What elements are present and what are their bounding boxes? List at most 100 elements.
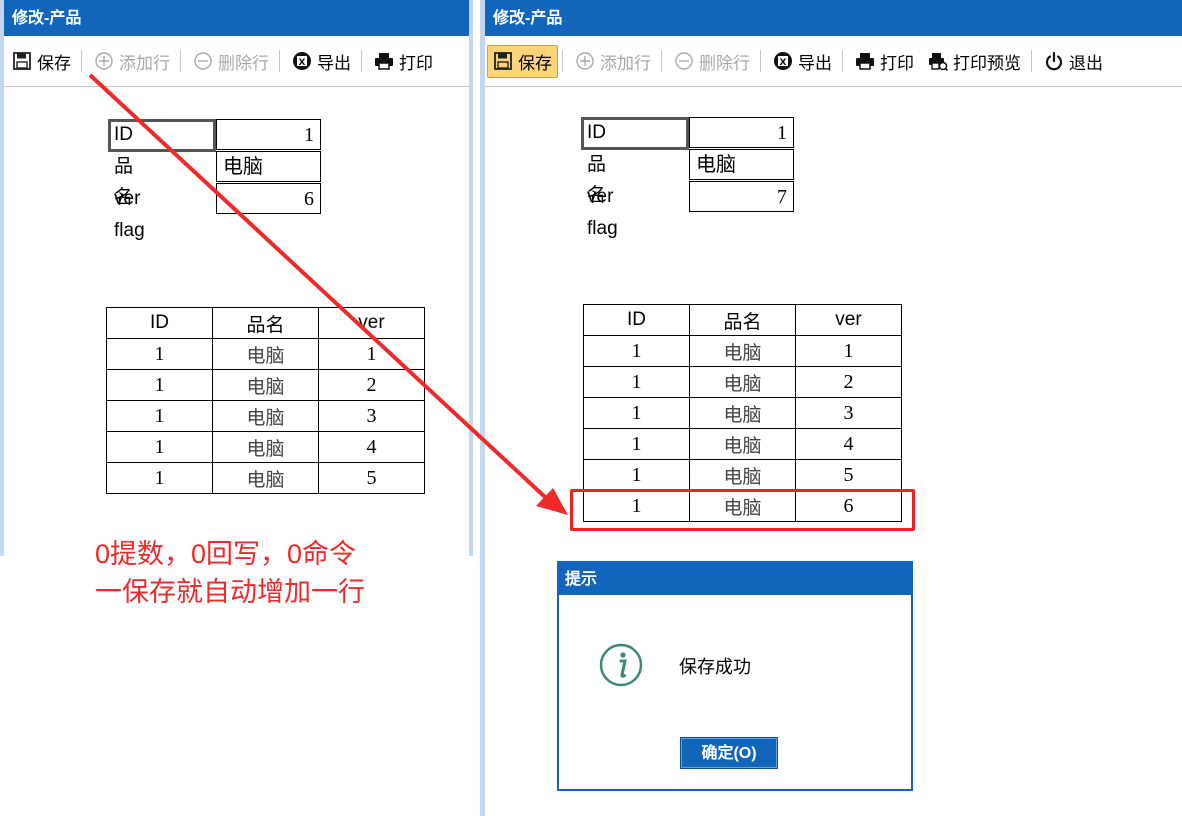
name-field[interactable]: 电脑 — [216, 151, 321, 182]
export-button[interactable]: X 导出 — [767, 45, 838, 78]
window-title: 修改-产品 — [485, 0, 1182, 36]
add-row-button[interactable]: 添加行 — [88, 45, 176, 78]
print-preview-button[interactable]: 打印预览 — [922, 45, 1027, 78]
table-row[interactable]: 1 电脑 1 — [106, 338, 426, 370]
cell-name[interactable]: 电脑 — [211, 400, 319, 432]
delete-row-label: 删除行 — [699, 53, 750, 73]
name-field[interactable]: 电脑 — [689, 149, 794, 180]
cell-name[interactable]: 电脑 — [688, 428, 796, 460]
id-field[interactable]: 1 — [216, 119, 321, 150]
print-button[interactable]: 打印 — [368, 45, 439, 78]
export-button[interactable]: X 导出 — [286, 45, 357, 78]
print-button[interactable]: 打印 — [849, 45, 920, 78]
export-icon: X — [292, 51, 312, 71]
annotation-line-1: 0提数，0回写，0命令 — [95, 539, 357, 569]
cell-name[interactable]: 电脑 — [688, 366, 796, 398]
dialog-title: 提示 — [559, 563, 911, 595]
power-icon — [1044, 51, 1064, 71]
toolbar: 保存 添加行 删除行 X 导出 打印 — [4, 36, 469, 87]
cell-name[interactable]: 电脑 — [211, 369, 319, 401]
table-row[interactable]: 1 电脑 4 — [106, 431, 426, 463]
column-header-ver: ver — [794, 304, 903, 336]
column-header-name: 品名 — [688, 304, 796, 336]
info-icon — [599, 643, 643, 687]
cell-id[interactable]: 1 — [583, 428, 690, 460]
cell-name[interactable]: 电脑 — [211, 462, 319, 494]
cell-id[interactable]: 1 — [583, 366, 690, 398]
cell-ver[interactable]: 3 — [317, 400, 426, 432]
cell-id[interactable]: 1 — [583, 397, 690, 429]
add-row-button[interactable]: 添加行 — [569, 45, 657, 78]
toolbar-separator — [661, 50, 662, 72]
delete-row-button[interactable]: 删除行 — [668, 45, 756, 78]
id-label: ID — [587, 122, 606, 143]
ver-field[interactable]: 6 — [216, 183, 321, 214]
print-label: 打印 — [880, 53, 914, 73]
toolbar: 保存 添加行 删除行 X 导出 打印 打印预览 退出 — [485, 36, 1182, 87]
save-button[interactable]: 保存 — [6, 45, 77, 78]
table-row[interactable]: 1 电脑 5 — [583, 459, 903, 491]
cell-ver[interactable]: 2 — [794, 366, 903, 398]
table-header-row: ID 品名 ver — [106, 307, 426, 339]
cell-id[interactable]: 1 — [583, 459, 690, 491]
minus-circle-icon — [193, 51, 213, 71]
save-label: 保存 — [37, 53, 71, 73]
cell-ver[interactable]: 1 — [317, 338, 426, 370]
cell-id[interactable]: 1 — [583, 335, 690, 367]
table-row[interactable]: 1 电脑 5 — [106, 462, 426, 494]
cell-name[interactable]: 电脑 — [688, 397, 796, 429]
cell-id[interactable]: 1 — [106, 431, 213, 463]
cell-ver[interactable]: 3 — [794, 397, 903, 429]
toolbar-separator — [279, 50, 280, 72]
cell-ver[interactable]: 1 — [794, 335, 903, 367]
cell-name[interactable]: 电脑 — [688, 459, 796, 491]
table-row[interactable]: 1 电脑 3 — [583, 397, 903, 429]
exit-label: 退出 — [1069, 53, 1103, 73]
ok-button[interactable]: 确定(O) — [680, 737, 778, 769]
add-row-label: 添加行 — [119, 53, 170, 73]
delete-row-button[interactable]: 删除行 — [187, 45, 275, 78]
cell-id[interactable]: 1 — [106, 369, 213, 401]
ver-label: ver — [587, 186, 614, 207]
cell-id[interactable]: 1 — [106, 462, 213, 494]
add-circle-icon — [575, 51, 595, 71]
table-row[interactable]: 1 电脑 1 — [583, 335, 903, 367]
id-label: ID — [114, 124, 133, 145]
save-icon — [12, 51, 32, 71]
cell-ver[interactable]: 5 — [794, 459, 903, 491]
cell-id[interactable]: 1 — [106, 400, 213, 432]
column-header-name: 品名 — [211, 307, 319, 339]
id-field[interactable]: 1 — [689, 117, 794, 148]
annotation-text: 0提数，0回写，0命令 一保存就自动增加一行 — [95, 535, 365, 611]
minus-circle-icon — [674, 51, 694, 71]
exit-button[interactable]: 退出 — [1038, 45, 1109, 78]
delete-row-label: 删除行 — [218, 53, 269, 73]
column-header-ver: ver — [317, 307, 426, 339]
table-row[interactable]: 1 电脑 4 — [583, 428, 903, 460]
table-row[interactable]: 1 电脑 2 — [583, 366, 903, 398]
svg-text:X: X — [299, 58, 306, 68]
cell-ver[interactable]: 2 — [317, 369, 426, 401]
save-button[interactable]: 保存 — [487, 44, 558, 78]
ver-label: ver — [114, 188, 141, 209]
ver-field[interactable]: 7 — [689, 181, 794, 212]
cell-ver[interactable]: 5 — [317, 462, 426, 494]
print-preview-icon — [928, 51, 948, 71]
table-row[interactable]: 1 电脑 3 — [106, 400, 426, 432]
cell-name[interactable]: 电脑 — [688, 335, 796, 367]
toolbar-separator — [562, 50, 563, 72]
add-row-label: 添加行 — [600, 53, 651, 73]
export-label: 导出 — [317, 53, 351, 73]
cell-name[interactable]: 电脑 — [211, 338, 319, 370]
dialog-message: 保存成功 — [679, 657, 751, 677]
add-circle-icon — [94, 51, 114, 71]
table-header-row: ID 品名 ver — [583, 304, 903, 336]
cell-ver[interactable]: 4 — [794, 428, 903, 460]
flag-label: flag — [114, 220, 145, 241]
table-row[interactable]: 1 电脑 2 — [106, 369, 426, 401]
toolbar-separator — [842, 50, 843, 72]
svg-text:X: X — [780, 58, 787, 68]
cell-id[interactable]: 1 — [106, 338, 213, 370]
cell-ver[interactable]: 4 — [317, 431, 426, 463]
cell-name[interactable]: 电脑 — [211, 431, 319, 463]
